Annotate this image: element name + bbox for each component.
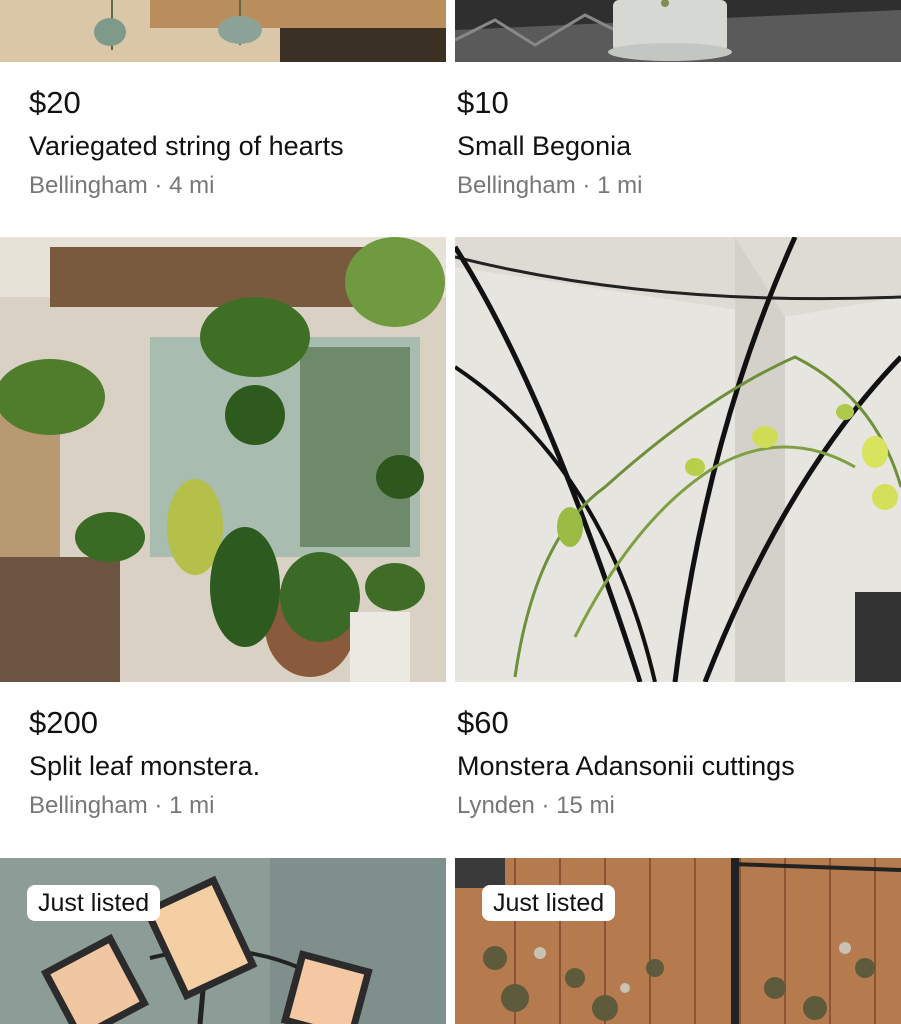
listing-photo[interactable]	[0, 0, 446, 62]
listing-card[interactable]: $20 Variegated string of hearts Bellingh…	[0, 0, 446, 203]
listing-price: $200	[29, 705, 98, 740]
listing-location-line: Bellingham · 1 mi	[457, 169, 901, 203]
listing-photo[interactable]	[455, 237, 901, 682]
grow-lights-photo-icon	[0, 858, 446, 1024]
listing-location: Bellingham	[29, 172, 148, 199]
listing-card[interactable]: Just listed	[455, 858, 901, 1024]
listing-photo[interactable]	[455, 0, 901, 62]
listing-location: Bellingham	[29, 792, 148, 819]
listing-price: $10	[457, 85, 509, 120]
location-separator: ·	[147, 792, 170, 819]
listing-location-line: Bellingham · 4 mi	[29, 169, 446, 203]
location-separator: ·	[575, 172, 598, 199]
listing-card[interactable]: Just listed	[0, 858, 446, 1024]
listing-distance: 1 mi	[169, 792, 215, 819]
listing-price: $20	[29, 85, 81, 120]
listing-card[interactable]: $200 Split leaf monstera. Bellingham · 1…	[0, 237, 446, 823]
adansonii-trellis-photo-icon	[455, 237, 901, 682]
listing-photo[interactable]	[0, 237, 446, 682]
listing-distance: 15 mi	[556, 792, 615, 819]
just-listed-badge: Just listed	[27, 885, 161, 921]
listing-photo[interactable]: Just listed	[0, 858, 446, 1024]
begonia-pot-photo-icon	[455, 0, 901, 62]
listing-location: Bellingham	[457, 172, 576, 199]
listing-distance: 1 mi	[597, 172, 643, 199]
listing-title: Split leaf monstera.	[29, 751, 261, 781]
listing-card[interactable]: $10 Small Begonia Bellingham · 1 mi	[455, 0, 901, 203]
listing-location-line: Lynden · 15 mi	[457, 789, 901, 823]
just-listed-badge: Just listed	[482, 885, 616, 921]
listing-distance: 4 mi	[169, 172, 215, 199]
location-separator: ·	[147, 172, 170, 199]
listing-card[interactable]: $60 Monstera Adansonii cuttings Lynden ·…	[455, 237, 901, 823]
listing-title: Small Begonia	[457, 131, 632, 161]
monstera-photo-icon	[0, 237, 446, 682]
listing-location: Lynden	[457, 792, 535, 819]
plants-on-wood-wall-photo-icon	[455, 858, 901, 1024]
marketplace-grid: $20 Variegated string of hearts Bellingh…	[0, 0, 901, 1024]
listing-price: $60	[457, 705, 509, 740]
listing-title: Monstera Adansonii cuttings	[457, 751, 795, 781]
listing-title: Variegated string of hearts	[29, 131, 344, 161]
listing-photo[interactable]: Just listed	[455, 858, 901, 1024]
listing-location-line: Bellingham · 1 mi	[29, 789, 446, 823]
location-separator: ·	[534, 792, 557, 819]
string-of-hearts-photo-icon	[0, 0, 446, 62]
